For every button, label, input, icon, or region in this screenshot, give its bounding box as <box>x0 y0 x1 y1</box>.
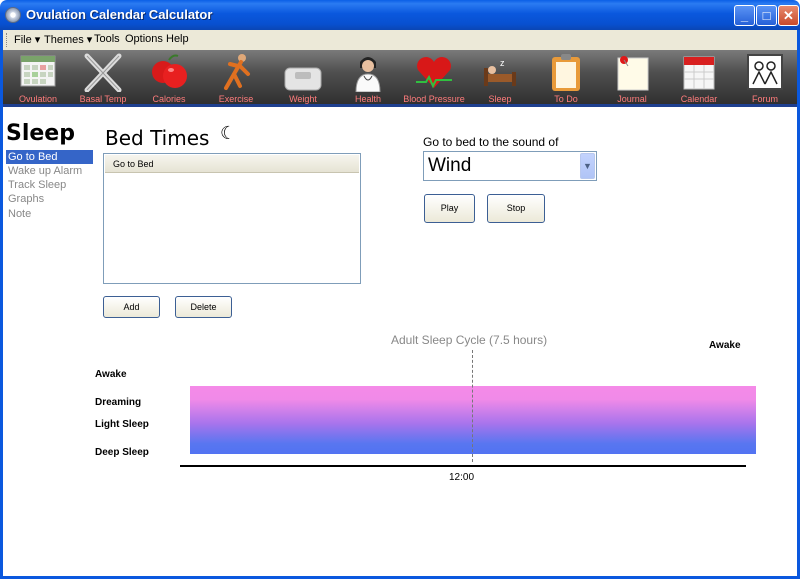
minimize-button[interactable]: _ <box>734 5 755 26</box>
apples-icon <box>152 54 187 88</box>
menu-themes[interactable]: Themes ▾ <box>44 33 92 46</box>
calendar-grid-icon <box>20 55 56 87</box>
toolbar-label: Health <box>354 94 381 104</box>
people-board-icon <box>747 54 783 90</box>
menu-tools[interactable]: Tools <box>94 33 120 45</box>
app-icon[interactable] <box>5 7 21 23</box>
toolbar-divider <box>3 104 797 107</box>
scale-icon <box>284 67 322 91</box>
toolbar-label: Exercise <box>218 94 254 104</box>
awake-end-label: Awake <box>709 340 741 351</box>
sidebar-item-wake-up-alarm[interactable]: Wake up Alarm <box>6 164 93 178</box>
toolbar-calories-button[interactable]: Calories <box>134 50 204 106</box>
bed-times-title: Bed Times <box>105 126 210 150</box>
time-marker-line[interactable] <box>472 350 473 462</box>
toolbar-label: Calories <box>152 94 186 104</box>
sleep-cycle-title: Adult Sleep Cycle (7.5 hours) <box>391 333 548 347</box>
time-tick-label: 12:00 <box>449 472 475 483</box>
sidebar-item-go-to-bed[interactable]: Go to Bed <box>6 150 93 164</box>
sound-label: Go to bed to the sound of <box>423 135 559 149</box>
toolbar-weight-button[interactable]: Weight <box>268 50 338 106</box>
close-button[interactable]: ✕ <box>778 5 799 26</box>
window-border-left <box>0 30 3 579</box>
toolbar: Ovulation Basal Temp Calories Exercise W… <box>3 50 797 106</box>
stage-label-light-sleep: Light Sleep <box>95 419 149 430</box>
toolbar-label: Journal <box>617 94 647 104</box>
toolbar-label: Basal Temp <box>79 94 127 104</box>
stage-label-dreaming: Dreaming <box>95 397 142 408</box>
sound-select[interactable]: Wind ▼ <box>423 151 597 181</box>
menu-file[interactable]: File ▾ <box>14 33 40 46</box>
sidebar-item-graphs[interactable]: Graphs <box>6 192 93 206</box>
menu-help[interactable]: Help <box>166 33 189 45</box>
menu-grip <box>6 33 9 47</box>
delete-button[interactable]: Delete <box>175 296 232 318</box>
toolbar-forum-button[interactable]: Forum <box>730 50 800 106</box>
section-title: Sleep <box>6 121 75 146</box>
toolbar-label: Sleep <box>488 94 512 104</box>
bed-times-list[interactable]: Go to Bed <box>103 153 361 284</box>
sound-selected-value: Wind <box>428 155 472 176</box>
menu-options[interactable]: Options <box>125 33 163 45</box>
chevron-down-icon[interactable]: ▼ <box>580 153 595 179</box>
toolbar-label: Blood Pressure <box>403 94 465 104</box>
stage-label-awake: Awake <box>95 369 127 380</box>
toolbar-basal-temp-button[interactable]: Basal Temp <box>68 50 138 106</box>
svg-text:z: z <box>500 58 505 68</box>
toolbar-blood-pressure-button[interactable]: Blood Pressure <box>399 50 469 106</box>
toolbar-calendar-button[interactable]: Calendar <box>664 50 734 106</box>
toolbar-label: Calendar <box>680 94 718 104</box>
sidebar-item-note[interactable]: Note <box>6 207 93 221</box>
toolbar-exercise-button[interactable]: Exercise <box>201 50 271 106</box>
heart-icon <box>416 57 452 89</box>
time-axis <box>180 465 746 467</box>
list-column-header[interactable]: Go to Bed <box>105 155 359 173</box>
maximize-button[interactable]: □ <box>756 5 777 26</box>
toolbar-sleep-button[interactable]: z Sleep <box>465 50 535 106</box>
calendar-page-icon <box>683 56 715 90</box>
add-button[interactable]: Add <box>103 296 160 318</box>
toolbar-todo-button[interactable]: To Do <box>531 50 601 106</box>
window-title: Ovulation Calendar Calculator <box>26 7 213 22</box>
toolbar-journal-button[interactable]: Journal <box>597 50 667 106</box>
clipboard-icon <box>552 54 580 91</box>
toolbar-label: Weight <box>289 94 317 104</box>
toolbar-label: Ovulation <box>18 94 58 104</box>
play-button[interactable]: Play <box>424 194 475 223</box>
toolbar-label: To Do <box>554 94 578 104</box>
stop-button[interactable]: Stop <box>487 194 545 223</box>
sleep-cycle-band <box>190 386 756 454</box>
title-bar: Ovulation Calendar Calculator _ □ ✕ <box>0 0 800 30</box>
toolbar-health-button[interactable]: Health <box>333 50 403 106</box>
sidebar-item-track-sleep[interactable]: Track Sleep <box>6 178 93 192</box>
stage-label-deep-sleep: Deep Sleep <box>95 447 149 458</box>
pinned-note-icon <box>617 56 649 91</box>
toolbar-label: Forum <box>751 94 778 104</box>
moon-icon: ☾ <box>220 123 237 143</box>
crossed-thermometers-icon <box>84 53 122 92</box>
toolbar-ovulation-button[interactable]: Ovulation <box>3 50 73 106</box>
bed-icon: z <box>484 58 516 86</box>
exercise-figure-icon <box>224 54 250 90</box>
menu-bar: File ▾ Themes ▾ Tools Options Help <box>0 30 800 50</box>
doctor-icon <box>355 57 381 92</box>
